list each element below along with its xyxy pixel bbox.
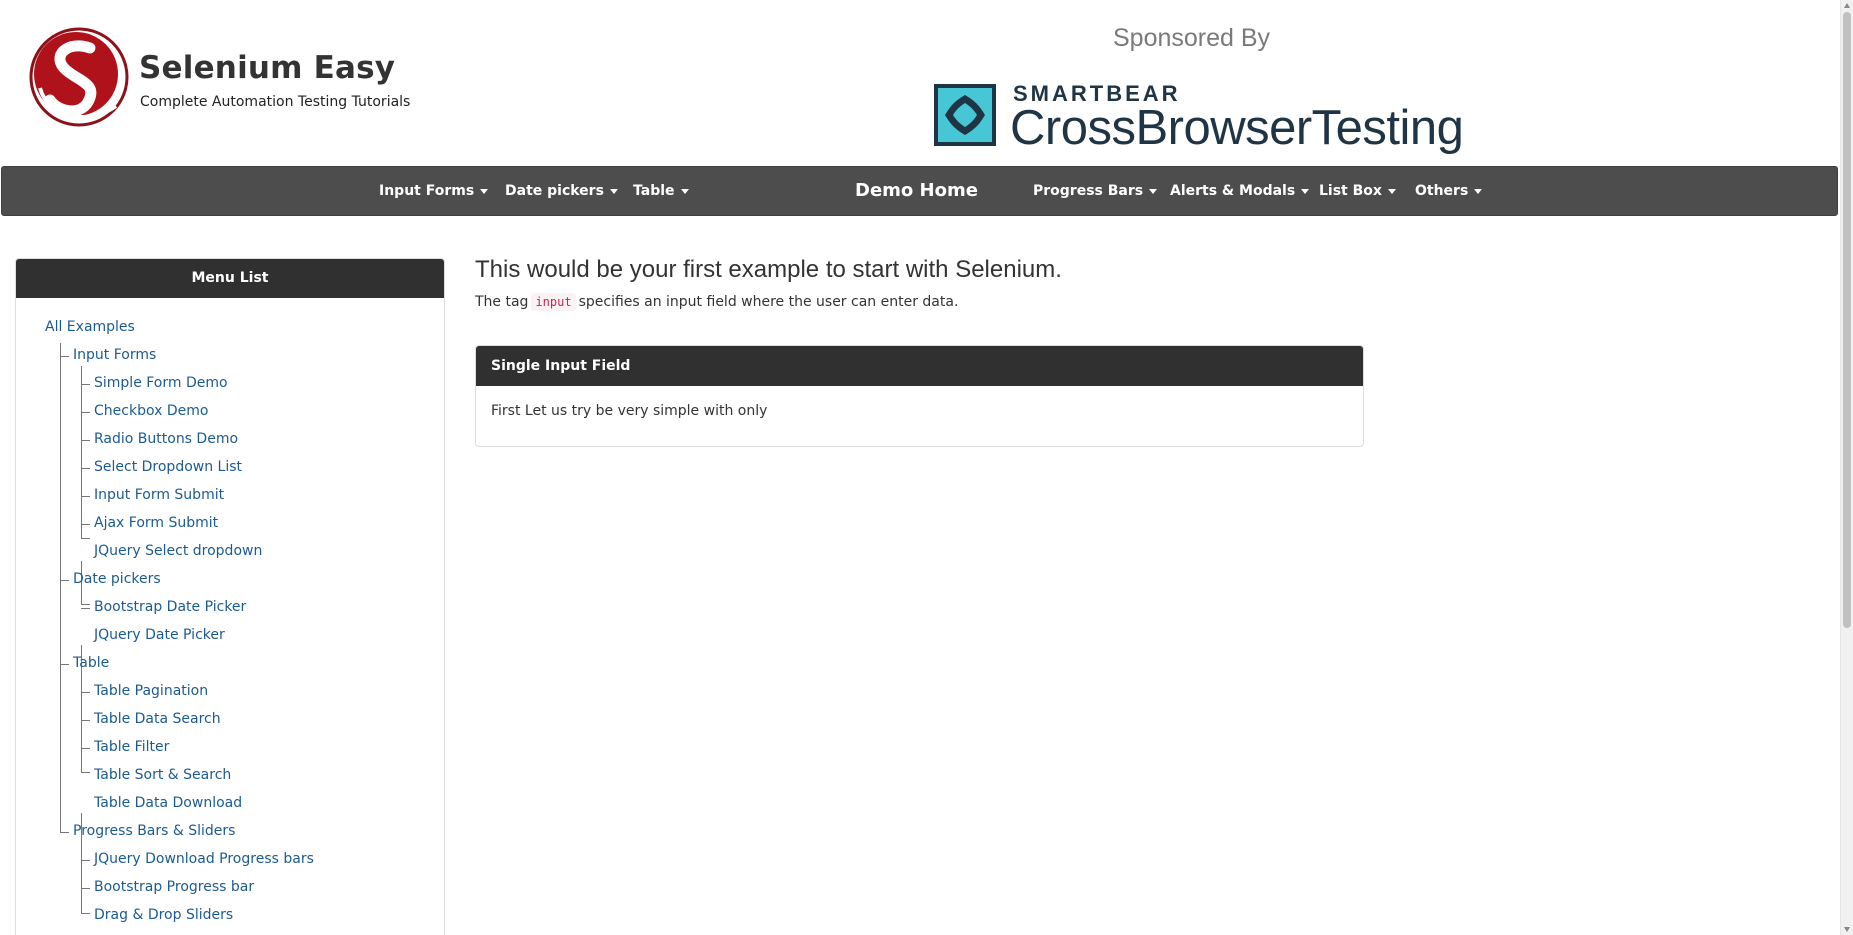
tree-line — [81, 772, 90, 773]
tree-line — [60, 832, 69, 833]
sidebar-group-progress-bars-sliders[interactable]: Progress Bars & Sliders — [73, 823, 235, 839]
tree-line — [81, 720, 90, 721]
tree-line — [81, 496, 90, 497]
sponsored-by-label: Sponsored By — [1113, 24, 1271, 52]
description-prefix: The tag — [475, 294, 529, 310]
sidebar-heading: Menu List — [16, 259, 444, 298]
tree-line — [81, 888, 90, 889]
sidebar-item-table-filter[interactable]: Table Filter — [94, 739, 169, 755]
scrollbar-thumb[interactable] — [1843, 12, 1851, 628]
tree-line — [81, 608, 90, 609]
nav-others[interactable]: Others — [1415, 167, 1483, 215]
nav-alerts-modals[interactable]: Alerts & Modals — [1170, 167, 1310, 215]
tree-line — [81, 440, 90, 441]
sidebar-item-table-sort-search[interactable]: Table Sort & Search — [94, 767, 231, 783]
tree-line — [81, 538, 90, 539]
sidebar-item-table-data-search[interactable]: Table Data Search — [94, 711, 221, 727]
sidebar-item-bootstrap-progress-bar[interactable]: Bootstrap Progress bar — [94, 879, 254, 895]
tree-line — [81, 860, 90, 861]
tree-line — [60, 356, 69, 357]
tree-line — [81, 412, 90, 413]
sidebar-item-table-data-download[interactable]: Table Data Download — [94, 795, 242, 811]
page-description: The tag input specifies an input field whe… — [475, 293, 959, 311]
sponsor-cbt-text[interactable]: CrossBrowserTesting — [1010, 100, 1464, 156]
sidebar-item-bootstrap-date-picker[interactable]: Bootstrap Date Picker — [94, 599, 246, 615]
site-header: Selenium Easy Complete Automation Testin… — [0, 0, 1840, 166]
brand-tagline: Complete Automation Testing Tutorials — [140, 94, 411, 110]
nav-list-box[interactable]: List Box — [1319, 167, 1396, 215]
tree-line — [81, 748, 90, 749]
tree-line — [60, 580, 69, 581]
tree-line — [81, 524, 90, 525]
selenium-easy-logo-icon[interactable] — [28, 26, 130, 128]
tree-line — [81, 468, 90, 469]
main-navbar: Input Forms Date pickers Table Demo Home… — [1, 166, 1838, 216]
sidebar-group-input-forms[interactable]: Input Forms — [73, 347, 156, 363]
caret-down-icon — [1301, 188, 1310, 194]
nav-table-label: Table — [633, 183, 675, 199]
nav-input-forms-label: Input Forms — [379, 183, 475, 199]
description-suffix: specifies an input field where the user … — [578, 294, 959, 310]
nav-table[interactable]: Table — [633, 167, 689, 215]
sidebar-item-simple-form-demo[interactable]: Simple Form Demo — [94, 375, 228, 391]
sidebar-item-jquery-date-picker[interactable]: JQuery Date Picker — [94, 627, 225, 643]
caret-down-icon — [680, 188, 689, 194]
tree-line — [81, 913, 90, 914]
nav-others-label: Others — [1415, 183, 1469, 199]
caret-down-icon — [609, 188, 618, 194]
page-heading: This would be your first example to star… — [475, 256, 1062, 283]
description-code: input — [531, 293, 576, 311]
tree-line — [81, 692, 90, 693]
page-scrollbar[interactable] — [1840, 0, 1853, 935]
sidebar-item-checkbox-demo[interactable]: Checkbox Demo — [94, 403, 208, 419]
tree-line — [81, 384, 90, 385]
sidebar-item-jquery-select-dropdown[interactable]: JQuery Select dropdown — [94, 543, 262, 559]
sidebar-item-ajax-form-submit[interactable]: Ajax Form Submit — [94, 515, 218, 531]
panel-heading: Single Input Field — [476, 346, 1363, 386]
sidebar-item-select-dropdown-list[interactable]: Select Dropdown List — [94, 459, 242, 475]
single-input-field-panel: Single Input Field First Let us try be v… — [475, 345, 1364, 447]
nav-date-pickers[interactable]: Date pickers — [505, 167, 618, 215]
nav-input-forms[interactable]: Input Forms — [379, 167, 489, 215]
panel-body-text: First Let us try be very simple with onl… — [491, 403, 768, 419]
nav-demo-home[interactable]: Demo Home — [855, 167, 978, 215]
caret-down-icon — [1149, 188, 1158, 194]
sidebar-menu-list: Menu List All Examples Input Forms Simpl… — [15, 258, 445, 935]
nav-progress-bars[interactable]: Progress Bars — [1033, 167, 1158, 215]
sidebar-item-table-pagination[interactable]: Table Pagination — [94, 683, 208, 699]
caret-down-icon — [1474, 188, 1483, 194]
sidebar-item-drag-drop-sliders[interactable]: Drag & Drop Sliders — [94, 907, 233, 923]
caret-down-icon — [480, 188, 489, 194]
caret-down-icon — [1387, 188, 1396, 194]
smartbear-cbt-logo-icon[interactable] — [933, 83, 997, 147]
nav-date-pickers-label: Date pickers — [505, 183, 604, 199]
nav-progress-bars-label: Progress Bars — [1033, 183, 1144, 199]
tree-line — [60, 343, 61, 833]
sidebar-group-date-pickers[interactable]: Date pickers — [73, 571, 161, 587]
sidebar-item-all-examples[interactable]: All Examples — [45, 319, 135, 335]
nav-list-box-label: List Box — [1319, 183, 1382, 199]
nav-alerts-modals-label: Alerts & Modals — [1170, 183, 1296, 199]
scroll-down-arrow-icon[interactable] — [1844, 927, 1850, 932]
brand-title[interactable]: Selenium Easy — [139, 50, 395, 86]
scroll-up-arrow-icon[interactable] — [1844, 3, 1850, 8]
tree-line — [81, 604, 90, 605]
sidebar-item-input-form-submit[interactable]: Input Form Submit — [94, 487, 224, 503]
tree-line — [81, 366, 82, 538]
tree-line — [60, 664, 69, 665]
sidebar-item-jquery-download-progress-bars[interactable]: JQuery Download Progress bars — [94, 851, 314, 867]
sidebar-group-table[interactable]: Table — [73, 655, 109, 671]
sidebar-item-radio-buttons-demo[interactable]: Radio Buttons Demo — [94, 431, 238, 447]
